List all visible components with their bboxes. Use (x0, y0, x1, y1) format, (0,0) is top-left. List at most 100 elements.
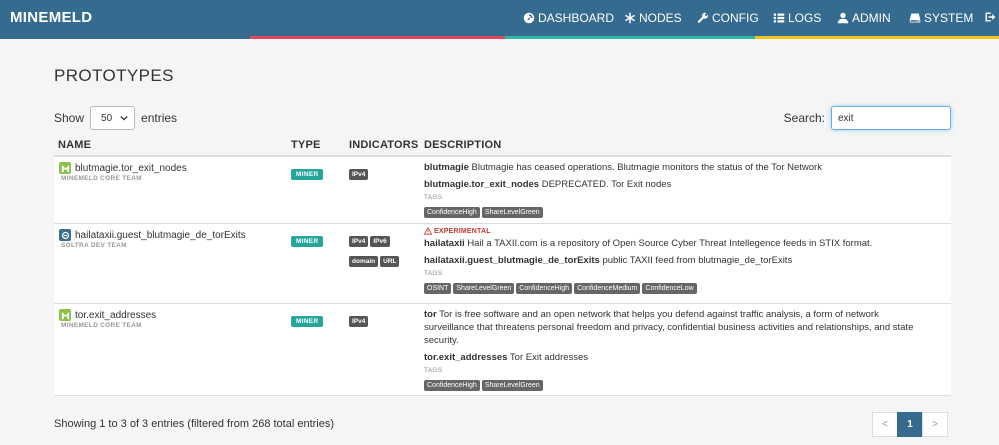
search-input[interactable]: exit (831, 106, 951, 130)
description-line: tor.exit_addresses Tor Exit addresses (424, 351, 914, 364)
description-line: blutmagie.tor_exit_nodes DEPRECATED. Tor… (424, 178, 944, 191)
description-source: tor (424, 309, 437, 320)
tag: ShareLevelGreen (453, 283, 515, 294)
navbar-stripe (0, 36, 999, 39)
description-prototype: hailataxii.guest_blutmagie_de_torExits (424, 255, 600, 266)
nav-admin[interactable]: ADMIN (837, 11, 891, 25)
type-cell: MINER (291, 310, 324, 328)
entries-value: 50 (101, 112, 113, 124)
hdd-icon (909, 13, 921, 23)
type-cell: MINER (291, 230, 324, 248)
user-icon (837, 12, 849, 24)
tag: ConfidenceLow (642, 283, 697, 294)
description-source: hailataxii (424, 238, 465, 249)
wrench-icon (697, 12, 709, 23)
brand-logo[interactable]: MINEMELD (10, 9, 92, 26)
pagination: < 1 > (872, 412, 948, 437)
tags-list: ConfidenceHigh ShareLevelGreen (424, 201, 944, 219)
description-prototype: tor.exit_addresses (424, 352, 508, 363)
tags-list: OSINT ShareLevelGreen ConfidenceHigh Confid… (424, 277, 944, 295)
previous-page-button[interactable]: < (872, 412, 898, 437)
description-cell: EXPERIMENTAL hailataxii Hail a TAXII.com… (424, 227, 944, 295)
length-control: Show 50 entries (54, 106, 177, 130)
nav-logs[interactable]: LOGS (773, 11, 821, 25)
nav-nodes[interactable]: NODES (624, 11, 682, 25)
tag: ConfidenceHigh (516, 283, 573, 294)
table-row[interactable]: hailataxii.guest_blutmagie_de_torExits S… (54, 224, 951, 304)
tags-label: TAGS (424, 367, 443, 374)
indicator-badge: IPv6 (370, 236, 390, 247)
tags-label: TAGS (424, 194, 443, 201)
nav-config-label: CONFIG (712, 11, 759, 25)
name-cell: blutmagie.tor_exit_nodes MINEMELD CORE T… (59, 162, 187, 182)
indicator-badge: domain (349, 256, 379, 267)
indicator-badge: IPv4 (349, 316, 369, 327)
description-text: Tor is free software and an open network… (424, 309, 914, 346)
table-info: Showing 1 to 3 of 3 entries (filtered fr… (54, 418, 335, 430)
show-label: Show (54, 111, 85, 125)
description-text: Blutmagie has ceased operations. Blutmag… (471, 162, 822, 173)
column-header-name[interactable]: NAME (58, 139, 91, 151)
description-text: Tor Exit addresses (509, 352, 589, 363)
nav-nodes-label: NODES (639, 11, 682, 25)
indicators-cell: IPv4 (349, 310, 421, 330)
entries-label: entries (141, 111, 178, 125)
nav-config[interactable]: CONFIG (697, 11, 759, 25)
type-badge: MINER (291, 169, 324, 180)
navbar: MINEMELD DASHBOARD NODES CONFIG LOGS ADM… (0, 0, 999, 36)
indicator-badge: URL (380, 256, 400, 267)
indicators-cell: IPv4 (349, 163, 421, 183)
team-label: MINEMELD CORE TEAM (61, 175, 142, 182)
chevron-down-icon (120, 115, 128, 121)
soltra-icon (59, 229, 71, 241)
search-control: Search: exit (784, 106, 951, 130)
logout-icon (985, 12, 996, 22)
table-row[interactable]: tor.exit_addresses MINEMELD CORE TEAM MI… (54, 304, 951, 396)
indicator-badge: IPv4 (349, 236, 369, 247)
tags-list: ConfidenceHigh ShareLevelGreen (424, 374, 914, 392)
type-badge: MINER (291, 236, 324, 247)
description-cell: blutmagie Blutmagie has ceased operation… (424, 161, 944, 219)
type-cell: MINER (291, 163, 324, 181)
description-text: Hail a TAXII.com is a repository of Open… (467, 238, 873, 249)
description-line: blutmagie Blutmagie has ceased operation… (424, 161, 944, 174)
team-label: SOLTRA DEV TEAM (61, 242, 127, 249)
indicator-badge: IPv4 (349, 169, 369, 180)
tag: ConfidenceHigh (424, 380, 480, 391)
prototype-name[interactable]: blutmagie.tor_exit_nodes (75, 163, 187, 174)
column-header-type[interactable]: TYPE (291, 139, 321, 151)
table-row[interactable]: blutmagie.tor_exit_nodes MINEMELD CORE T… (54, 157, 951, 224)
stripe-segment (505, 36, 755, 39)
prototype-name[interactable]: tor.exit_addresses (75, 310, 156, 321)
stripe-segment (250, 36, 505, 39)
list-icon (773, 13, 785, 23)
description-prototype: blutmagie.tor_exit_nodes (424, 179, 540, 190)
team-label: MINEMELD CORE TEAM (61, 322, 142, 329)
nav-logs-label: LOGS (788, 11, 822, 25)
dashboard-icon (523, 12, 535, 24)
nav-system[interactable]: SYSTEM (909, 11, 973, 25)
logout-button[interactable] (984, 11, 996, 23)
description-text: public TAXII feed from blutmagie_de_torE… (602, 255, 793, 266)
description-line: tor Tor is free software and an open net… (424, 308, 914, 347)
column-header-description[interactable]: DESCRIPTION (424, 139, 501, 151)
prototype-name[interactable]: hailataxii.guest_blutmagie_de_torExits (75, 230, 246, 241)
nav-dashboard[interactable]: DASHBOARD (523, 11, 614, 25)
entries-select[interactable]: 50 (90, 106, 136, 130)
page-button-1[interactable]: 1 (897, 412, 923, 437)
nav-admin-label: ADMIN (852, 11, 891, 25)
description-cell: tor Tor is free software and an open net… (424, 308, 914, 392)
warning-icon (424, 227, 432, 235)
tag: OSINT (424, 283, 452, 294)
stripe-segment (0, 36, 250, 39)
description-line: hailataxii.guest_blutmagie_de_torExits p… (424, 254, 944, 267)
experimental-label: EXPERIMENTAL (434, 227, 491, 235)
minemeld-icon (59, 309, 71, 321)
next-page-button[interactable]: > (922, 412, 948, 437)
nav-system-label: SYSTEM (924, 11, 974, 25)
type-badge: MINER (291, 316, 324, 327)
tag: ConfidenceMedium (574, 283, 641, 294)
tag: ConfidenceHigh (424, 207, 480, 218)
column-header-indicators[interactable]: INDICATORS (349, 139, 418, 151)
search-label: Search: (783, 111, 825, 125)
